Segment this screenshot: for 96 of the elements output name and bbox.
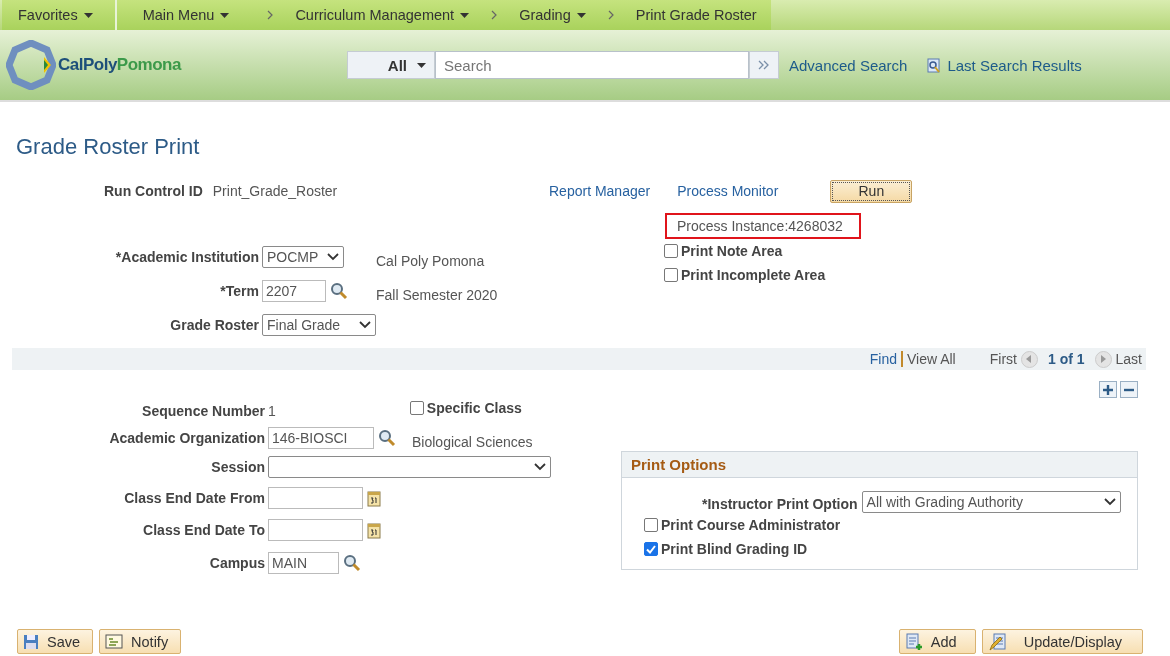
field-label: Grade Roster	[169, 317, 260, 333]
field-description: Fall Semester 2020	[376, 287, 499, 303]
page-count: 1 of 1	[1047, 351, 1085, 367]
checkbox[interactable]	[664, 268, 678, 282]
checkbox-option[interactable]: Print Note Area	[664, 239, 913, 263]
search-icon[interactable]	[343, 554, 361, 572]
caret-icon	[220, 12, 230, 18]
date-field[interactable]	[268, 519, 363, 541]
input-field[interactable]: 2207	[262, 280, 326, 302]
field-label: Campus	[208, 555, 266, 571]
report-manager-link[interactable]: Report Manager	[549, 183, 651, 199]
delete-row-button[interactable]	[1120, 381, 1138, 398]
last-search-results-link[interactable]: Last Search Results	[927, 56, 1082, 74]
breadcrumb-item[interactable]: Grading	[505, 0, 600, 30]
first-label: First	[989, 351, 1017, 367]
field-value: 1	[268, 403, 276, 419]
logo-text: CalPolyPomona	[58, 55, 181, 75]
breadcrumb-item[interactable]: Curriculum Management	[281, 0, 484, 30]
view-all-link[interactable]: View All	[906, 351, 956, 367]
double-chevron-icon	[758, 60, 770, 70]
checkbox-label: Print Incomplete Area	[681, 267, 826, 283]
input-field[interactable]: MAIN	[268, 552, 339, 574]
checkbox-label: Print Note Area	[681, 243, 783, 259]
dropdown-field[interactable]: POCMP	[262, 246, 344, 268]
run-button[interactable]: Run	[830, 179, 913, 203]
field-label: Run Control ID	[104, 183, 203, 199]
search-field[interactable]: Search	[435, 51, 749, 79]
checkbox-label: Print Blind Grading ID	[661, 541, 808, 557]
triangle-right-icon	[1100, 355, 1107, 363]
plus-icon	[1103, 384, 1113, 395]
field-label: *Instructor Print Option	[702, 495, 858, 512]
advanced-search-link[interactable]: Advanced Search	[789, 56, 908, 74]
add-document-icon	[904, 632, 923, 651]
add-button[interactable]: Add	[898, 629, 976, 654]
field-label: Sequence Number	[141, 403, 266, 419]
field-description: Cal Poly Pomona	[376, 253, 486, 269]
edit-document-icon	[987, 632, 1008, 651]
chevron-down-icon	[327, 253, 339, 261]
search-icon[interactable]	[330, 282, 348, 300]
search-document-icon	[927, 57, 942, 73]
caret-icon	[83, 12, 93, 18]
field-label: Class End Date To	[142, 522, 266, 538]
chevron-down-icon	[1103, 498, 1116, 506]
last-label: Last	[1115, 351, 1142, 367]
panel-title: Print Options	[622, 452, 1137, 478]
checkbox-option[interactable]: Print Incomplete Area	[664, 263, 913, 287]
field-description: Biological Sciences	[412, 434, 533, 450]
page-title: Grade Roster Print	[16, 133, 201, 160]
field-label: *Term	[219, 283, 260, 299]
minus-icon	[1124, 387, 1134, 392]
checkbox-option[interactable]: Specific Class	[409, 400, 525, 416]
breadcrumb-item[interactable]: Main Menu	[116, 0, 260, 30]
checkbox[interactable]	[664, 244, 678, 258]
process-instance-text: Process Instance:4268032	[665, 213, 861, 239]
dropdown-field[interactable]	[268, 456, 551, 478]
checkbox[interactable]	[409, 401, 424, 415]
dropdown-field[interactable]: All with Grading Authority	[861, 491, 1121, 513]
checkbox-option[interactable]: Print Blind Grading ID	[644, 537, 1137, 561]
next-button[interactable]	[1094, 350, 1112, 368]
save-button[interactable]: Save	[17, 629, 94, 654]
triangle-left-icon	[1026, 355, 1033, 363]
chevron-down-icon	[359, 321, 371, 329]
checkbox-label: Specific Class	[426, 400, 523, 416]
field-label: Class End Date From	[123, 490, 266, 506]
process-monitor-link[interactable]: Process Monitor	[677, 183, 779, 199]
caret-icon	[460, 12, 470, 18]
breadcrumb-item[interactable]: Favorites	[2, 0, 117, 30]
date-field[interactable]	[268, 487, 363, 509]
field-label: Academic Organization	[108, 430, 266, 446]
dropdown-field[interactable]: Final Grade	[262, 314, 376, 336]
calendar-icon[interactable]	[367, 521, 381, 539]
update-button[interactable]: Update/Display	[981, 629, 1143, 654]
field-value: Print_Grade_Roster	[212, 183, 338, 199]
field-label: Session	[210, 459, 266, 475]
breadcrumb-item[interactable]: Print Grade Roster	[621, 0, 771, 30]
checkbox-label: Print Course Administrator	[661, 517, 841, 533]
logo-icon	[6, 40, 56, 90]
search-icon[interactable]	[378, 429, 396, 447]
calendar-icon[interactable]	[367, 489, 381, 507]
chevron-right-icon	[267, 10, 274, 20]
chevron-down-icon	[534, 463, 546, 471]
note-icon	[105, 634, 124, 649]
checkbox-option[interactable]: Print Course Administrator	[644, 513, 1137, 537]
find-link[interactable]: Find	[869, 351, 897, 367]
input-field[interactable]: 146-BIOSCI	[268, 427, 374, 449]
checkbox[interactable]	[644, 518, 658, 532]
search-scope-dropdown[interactable]: All	[347, 51, 435, 79]
chevron-right-icon	[491, 10, 498, 20]
caret-icon	[417, 62, 426, 68]
notify-button[interactable]: Notify	[99, 629, 182, 654]
add-row-button[interactable]	[1099, 381, 1117, 398]
chevron-right-icon	[607, 10, 614, 20]
caret-icon	[576, 12, 586, 18]
checkbox[interactable]	[644, 542, 658, 556]
field-label: *Academic Institution	[114, 249, 260, 265]
previous-button[interactable]	[1020, 350, 1038, 368]
